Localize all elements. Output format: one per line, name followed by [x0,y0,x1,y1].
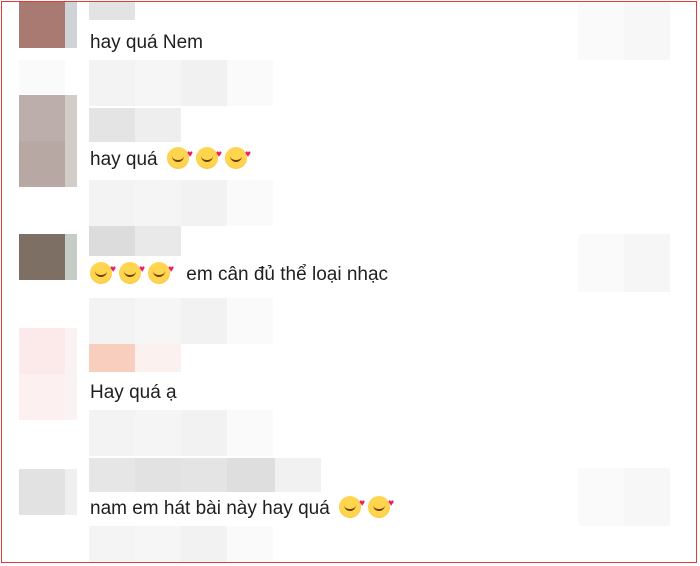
pixelated-block [578,468,624,526]
avatar [19,374,65,420]
pixelated-block [578,234,624,292]
username-pixelated[interactable] [135,226,181,256]
pixelated-block [227,526,273,562]
smiling-face-with-hearts-icon [119,257,145,284]
smiling-face-with-hearts-icon [368,491,394,518]
pixelated-block [227,180,273,226]
username-pixelated[interactable] [135,344,181,372]
pixelated-block [227,298,273,344]
pixelated-block [181,60,227,106]
pixelated-block [89,526,135,562]
username-pixelated[interactable] [89,226,135,256]
pixelated-block [135,60,181,106]
smiling-face-with-hearts-icon [166,142,193,169]
username-pixelated[interactable] [89,344,135,372]
comment-text: hay quá Nem [90,32,204,53]
username-pixelated[interactable] [89,108,135,142]
smiling-face-with-hearts-icon [195,142,222,169]
username-pixelated[interactable] [135,458,181,492]
username-pixelated[interactable] [89,458,135,492]
comment-text: nam em hát bài này hay quá [90,491,397,522]
smiling-face-with-hearts-icon [90,257,116,284]
comment-text: hay quá [90,142,254,173]
pixelated-block [135,526,181,562]
username-pixelated[interactable] [89,2,135,20]
pixelated-block [181,298,227,344]
avatar[interactable] [19,469,65,515]
username-pixelated[interactable] [227,458,275,492]
comment-text: em cân đủ thể loại nhạc [90,257,388,288]
avatar[interactable] [19,234,65,280]
avatar-edge [65,328,77,420]
username-pixelated[interactable] [135,108,181,142]
avatar[interactable] [19,2,65,48]
pixelated-block [181,410,227,456]
pixelated-block [135,298,181,344]
smiling-face-with-hearts-icon [339,491,365,518]
avatar-edge [65,469,77,515]
username-pixelated[interactable] [275,458,321,492]
smiling-face-with-hearts-icon [224,142,251,169]
comment-text: Hay quá ạ [90,382,177,403]
pixelated-block [89,410,135,456]
pixelated-block [89,298,135,344]
pixelated-block [135,180,181,226]
pixelated-block [624,234,670,292]
smiling-face-with-hearts-icon [148,257,174,284]
pixelated-block [135,410,181,456]
pixelated-block [89,60,135,106]
comment-list-frame: hay quá Nem hay quá em cân đủ thể loại n… [1,1,697,563]
avatar[interactable] [19,328,65,374]
avatar[interactable] [19,95,65,141]
pixelated-block [227,410,273,456]
avatar-edge [65,2,77,48]
pixelated-block [227,60,273,106]
avatar-edge [65,234,77,280]
pixelated-block [181,180,227,226]
pixelated-block [89,180,135,226]
pixelated-block [19,60,65,94]
pixelated-block [181,526,227,562]
username-pixelated[interactable] [181,458,227,492]
avatar [19,141,65,187]
pixelated-block [578,2,624,60]
avatar-edge [65,95,77,187]
pixelated-block [624,468,670,526]
pixelated-block [624,2,670,60]
